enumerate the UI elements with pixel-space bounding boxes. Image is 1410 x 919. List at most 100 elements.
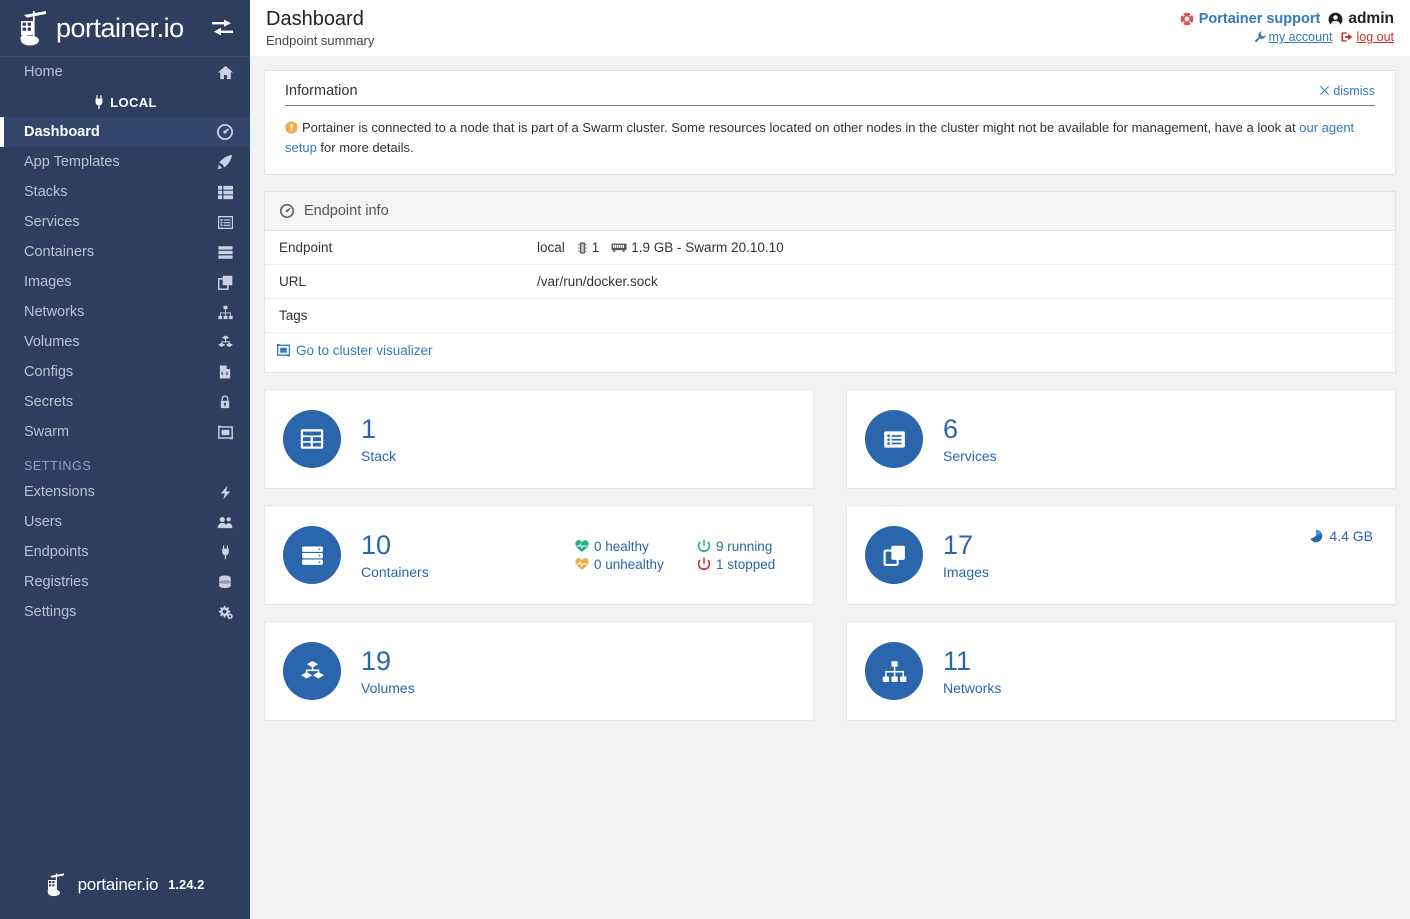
sidebar-item-label: Dashboard: [24, 124, 100, 140]
database-icon: [216, 573, 234, 591]
sidebar-item-swarm[interactable]: Swarm: [0, 417, 250, 447]
endpoint-row-key: URL: [279, 274, 307, 290]
endpoint-row-key: Tags: [279, 308, 308, 324]
endpoint-name: local: [537, 240, 565, 256]
sidebar-item-label: App Templates: [24, 154, 120, 170]
sidebar-item-users[interactable]: Users: [0, 507, 250, 537]
images-size-badge: 4.4 GB: [1309, 528, 1373, 544]
information-panel: Information dismiss Portainer is connect…: [264, 70, 1396, 176]
sidebar-item-stacks[interactable]: Stacks: [0, 177, 250, 207]
sidebar-toggle-icon[interactable]: [212, 19, 234, 37]
sidebar-item-label: Settings: [24, 604, 77, 620]
endpoint-info-title: Endpoint info: [304, 203, 389, 220]
stat-cards-grid: 1 Stack 6 Services 10 Containers 0 healt…: [264, 389, 1396, 722]
information-body: Information dismiss Portainer is connect…: [265, 71, 1395, 174]
sidebar-item-secrets[interactable]: Secrets: [0, 387, 250, 417]
users-icon: [216, 513, 234, 531]
images-clone-icon: [216, 273, 234, 291]
sidebar-item-networks[interactable]: Networks: [0, 297, 250, 327]
status-stopped: 1 stopped: [697, 557, 791, 572]
portainer-logo-icon: [46, 872, 68, 897]
gauge-icon: [279, 203, 295, 219]
information-text-part2: for more details.: [316, 140, 414, 156]
sidebar-item-images[interactable]: Images: [0, 267, 250, 297]
card-count: 11: [943, 645, 972, 676]
container-status-group: 0 healthy 9 running 0 unhealthy 1 stoppe…: [575, 539, 791, 572]
sidebar-item-registries[interactable]: Registries: [0, 567, 250, 597]
sidebar-item-configs[interactable]: Configs: [0, 357, 250, 387]
sidebar-item-home[interactable]: Home: [0, 57, 250, 87]
card-services[interactable]: 6 Services: [846, 389, 1396, 490]
images-size-label: 4.4 GB: [1329, 528, 1373, 545]
endpoint-row-value: local 1 1.9 GB - Swarm 20.10.10: [537, 240, 784, 255]
sidebar-item-endpoints[interactable]: Endpoints: [0, 537, 250, 567]
dismiss-button[interactable]: dismiss: [1320, 84, 1375, 98]
card-text: 11 Networks: [943, 645, 1001, 696]
status-healthy: 0 healthy: [575, 539, 679, 554]
sidebar-item-services[interactable]: Services: [0, 207, 250, 237]
card-text: 6 Services: [943, 413, 997, 464]
card-label: Containers: [361, 563, 429, 580]
heartbeat-orange-icon: [575, 557, 589, 571]
card-label: Stack: [361, 447, 397, 464]
rocket-icon: [216, 153, 234, 171]
plug-icon: [216, 543, 234, 561]
status-stopped-label: 1 stopped: [716, 556, 776, 572]
card-networks[interactable]: 11 Networks: [846, 621, 1396, 722]
plug-icon: [93, 95, 105, 109]
sidebar-item-containers[interactable]: Containers: [0, 237, 250, 267]
sidebar-item-dashboard[interactable]: Dashboard: [0, 117, 250, 147]
container-status-row-2: 0 unhealthy 1 stopped: [575, 557, 791, 572]
topbar-row-primary: Portainer support admin: [1180, 10, 1394, 28]
sidebar-brand[interactable]: portainer.io: [0, 0, 250, 56]
portainer-support-link[interactable]: Portainer support: [1180, 11, 1321, 27]
user-menu[interactable]: admin: [1328, 10, 1394, 28]
card-label: Volumes: [361, 679, 415, 696]
portainer-support-label: Portainer support: [1198, 11, 1321, 27]
home-icon: [216, 63, 234, 81]
sidebar-item-settings[interactable]: Settings: [0, 597, 250, 627]
sidebar-item-app-templates[interactable]: App Templates: [0, 147, 250, 177]
card-text: 1 Stack: [361, 414, 397, 464]
endpoint-row-tags: Tags: [265, 299, 1395, 334]
containers-server-icon: [216, 243, 234, 261]
sidebar-item-extensions[interactable]: Extensions: [0, 477, 250, 507]
sign-out-icon: [1341, 31, 1353, 43]
portainer-logo-icon: [18, 9, 52, 47]
cluster-visualizer-link[interactable]: Go to cluster visualizer: [277, 343, 433, 358]
sidebar-item-volumes[interactable]: Volumes: [0, 327, 250, 357]
card-stack[interactable]: 1 Stack: [264, 389, 814, 490]
app-root: portainer.io Home LOCAL Dashboard App Te…: [0, 0, 1410, 919]
sidebar: portainer.io Home LOCAL Dashboard App Te…: [0, 0, 250, 919]
cluster-visualizer-label: Go to cluster visualizer: [296, 343, 433, 359]
endpoint-info-header: Endpoint info: [265, 192, 1395, 232]
sidebar-item-label: Volumes: [24, 334, 80, 350]
cpu-count: 1: [591, 240, 600, 256]
logout-link[interactable]: log out: [1341, 30, 1394, 44]
card-count: 6: [943, 413, 959, 444]
cpu-chip-icon: [577, 241, 588, 255]
card-text: 17 Images: [943, 530, 989, 580]
topbar-right: Portainer support admin my account log o…: [1180, 8, 1394, 44]
brand-label: portainer.io: [56, 12, 184, 43]
footer-brand-label: portainer.io: [77, 874, 159, 894]
main-area: Dashboard Endpoint summary Portainer sup…: [250, 0, 1410, 919]
card-images[interactable]: 17 Images 4.4 GB: [846, 505, 1396, 606]
sidebar-item-label: Secrets: [24, 394, 74, 410]
dismiss-label: dismiss: [1333, 83, 1375, 98]
card-text: 19 Volumes: [361, 646, 415, 696]
page-subtitle: Endpoint summary: [266, 33, 375, 48]
networks-sitemap-icon: [865, 642, 923, 701]
images-clone-icon: [865, 526, 923, 585]
endpoint-row-key: Endpoint: [279, 240, 333, 256]
card-containers[interactable]: 10 Containers 0 healthy 9 running 0 unhe…: [264, 505, 814, 606]
status-healthy-label: 0 healthy: [594, 538, 649, 554]
topbar-row-secondary: my account log out: [1254, 30, 1394, 44]
card-volumes[interactable]: 19 Volumes: [264, 621, 814, 722]
sidebar-item-label: Networks: [24, 304, 85, 320]
sidebar-item-label: Registries: [24, 574, 89, 590]
user-circle-icon: [1328, 12, 1343, 27]
sidebar-footer: portainer.io 1.24.2: [0, 872, 250, 919]
stack-list-icon: [216, 183, 234, 201]
my-account-link[interactable]: my account: [1254, 30, 1332, 44]
